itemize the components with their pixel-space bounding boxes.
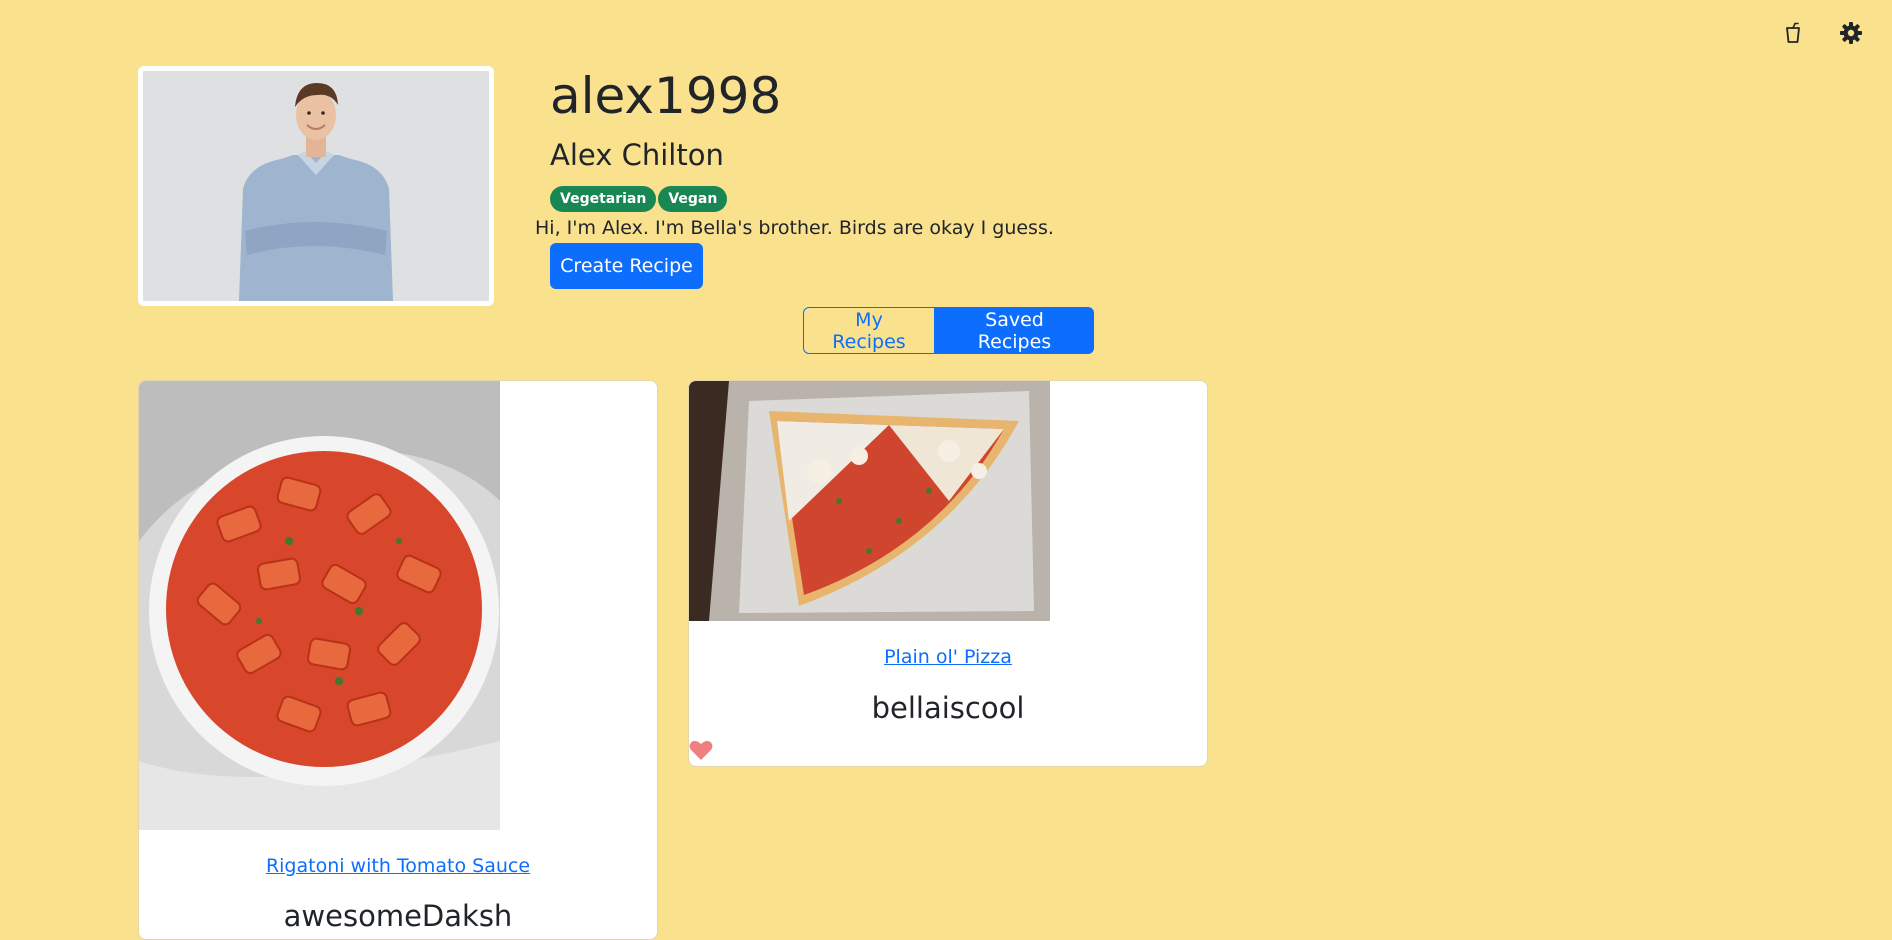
- recipe-card: Plain ol' Pizza bellaiscool: [688, 380, 1208, 767]
- gear-icon[interactable]: [1836, 18, 1866, 48]
- recipe-image-rigatoni: [139, 381, 500, 830]
- cup-icon[interactable]: [1778, 18, 1808, 48]
- profile-bio: Hi, I'm Alex. I'm Bella's brother. Birds…: [535, 217, 1054, 239]
- create-recipe-button[interactable]: Create Recipe: [550, 243, 703, 289]
- tab-saved-recipes[interactable]: Saved Recipes: [935, 307, 1094, 354]
- diet-tags: Vegetarian Vegan: [550, 186, 728, 212]
- profile-avatar: [138, 66, 494, 306]
- tag-vegetarian: Vegetarian: [550, 186, 657, 212]
- heart-icon[interactable]: [689, 739, 713, 761]
- recipe-tabs: My Recipes Saved Recipes: [803, 307, 1094, 354]
- recipe-card: Rigatoni with Tomato Sauce awesomeDaksh: [138, 380, 658, 940]
- tab-my-recipes[interactable]: My Recipes: [803, 307, 935, 354]
- tag-vegan: Vegan: [658, 186, 728, 212]
- recipe-author: bellaiscool: [871, 691, 1025, 725]
- recipe-link-rigatoni[interactable]: Rigatoni with Tomato Sauce: [139, 855, 657, 877]
- recipe-link-pizza[interactable]: Plain ol' Pizza: [689, 646, 1207, 668]
- recipe-image-pizza: [689, 381, 1050, 621]
- recipe-author: awesomeDaksh: [283, 899, 513, 933]
- profile-full-name: Alex Chilton: [550, 138, 724, 172]
- profile-username: alex1998: [550, 67, 782, 125]
